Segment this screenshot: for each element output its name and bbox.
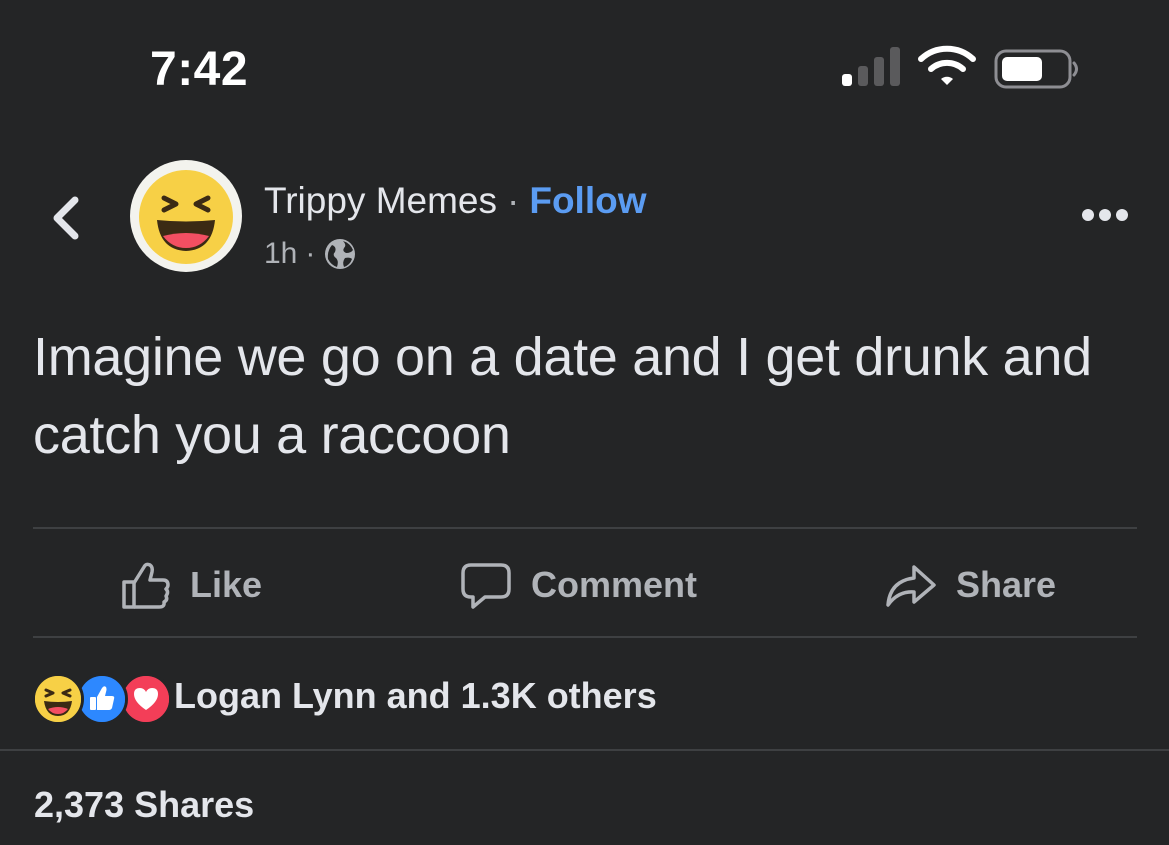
ellipsis-icon [1082,209,1128,221]
post-screen: 7:42 Trippy Memes · Follow 1h · Imagine … [0,0,1169,845]
comment-button[interactable]: Comment [459,552,697,618]
globe-icon [325,239,356,269]
divider [33,527,1137,529]
like-button[interactable]: Like [120,552,262,618]
thumbs-up-icon [122,562,170,609]
post-meta: 1h · [264,232,357,276]
comment-bubble-icon [461,563,511,609]
reaction-summary-text: Logan Lynn and 1.3K others [174,675,657,716]
shares-count[interactable]: 2,373 Shares [34,784,254,826]
back-button[interactable] [40,188,90,248]
haha-reaction-icon [32,673,84,725]
page-avatar[interactable] [130,160,242,272]
comment-label: Comment [531,564,698,605]
follow-button[interactable]: Follow [529,180,646,222]
post-text: Imagine we go on a date and I get drunk … [33,327,1092,465]
reaction-icons [32,671,172,725]
page-name[interactable]: Trippy Memes [264,180,497,222]
chevron-left-icon [53,196,79,240]
more-options-button[interactable] [1080,202,1130,228]
cellular-signal-icon [842,47,900,86]
page-name-row: Trippy Memes · Follow [264,176,647,226]
battery-icon [994,49,1078,89]
name-separator: · [507,180,520,221]
divider [33,636,1137,638]
reactions-summary[interactable]: Logan Lynn and 1.3K others [32,670,657,725]
like-label: Like [190,564,263,605]
post-timestamp[interactable]: 1h [264,237,297,271]
meta-separator: · [305,237,316,270]
status-time: 7:42 [150,43,249,96]
share-label: Share [956,564,1057,605]
share-arrow-icon [886,565,936,607]
divider [0,749,1169,751]
wifi-icon [918,45,976,85]
laughing-emoji-icon [139,170,233,264]
share-button[interactable]: Share [884,552,1056,618]
